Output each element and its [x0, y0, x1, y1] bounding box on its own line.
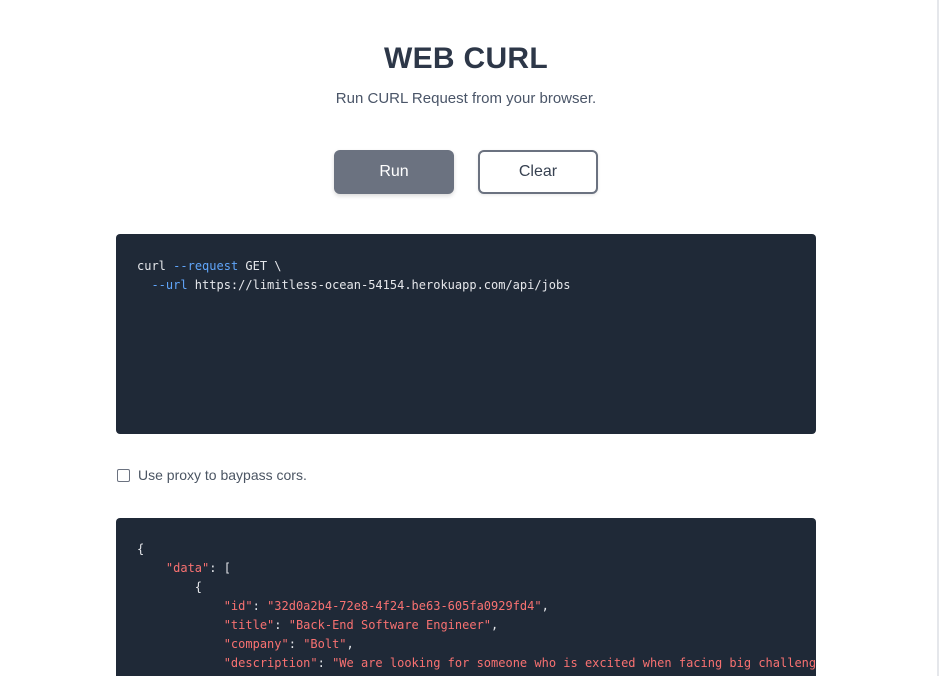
json-value-title: "Back-End Software Engineer"	[288, 618, 492, 632]
json-line: "data": [	[137, 559, 795, 578]
request-flag: --request	[173, 259, 239, 273]
json-value-description: "We are looking for someone who is excit…	[332, 656, 816, 670]
page-title: WEB CURL	[383, 42, 549, 75]
page-subtitle: Run CURL Request from your browser.	[335, 90, 597, 107]
json-key-title: "title"	[223, 618, 275, 632]
request-url: https://limitless-ocean-54154.herokuapp.…	[187, 278, 571, 292]
url-flag: --url	[151, 278, 188, 292]
request-line-2: --url https://limitless-ocean-54154.hero…	[137, 276, 795, 295]
json-line: "title": "Back-End Software Engineer",	[223, 618, 499, 632]
json-value-company: "Bolt"	[303, 637, 347, 651]
request-line-1: curl --request GET \	[137, 257, 795, 276]
json-line: "description": "We are looking for someo…	[137, 654, 816, 673]
proxy-option[interactable]: Use proxy to baypass cors.	[116, 467, 307, 483]
json-line: {	[137, 578, 795, 597]
json-line: "id": "32d0a2b4-72e8-4f24-be63-605fa0929…	[223, 599, 549, 613]
response-output[interactable]: { "data": [ { "id": "32d0a2b4-72e8-4f24-…	[116, 518, 816, 676]
curl-request-editor[interactable]: curl --request GET \ --url https://limit…	[116, 234, 816, 434]
json-key-data: "data"	[165, 561, 210, 575]
proxy-checkbox[interactable]	[117, 468, 130, 482]
json-key-company: "company"	[223, 637, 289, 651]
json-brace: {	[194, 580, 203, 594]
json-value-id: "32d0a2b4-72e8-4f24-be63-605fa0929fd4"	[267, 599, 542, 613]
json-line: {	[137, 540, 795, 559]
json-line: "company": "Bolt",	[223, 637, 354, 651]
json-brace: {	[137, 542, 145, 556]
request-method: GET \	[238, 259, 282, 273]
curl-command: curl	[137, 259, 166, 273]
clear-button[interactable]: Clear	[478, 150, 598, 194]
json-key-id: "id"	[223, 599, 253, 613]
run-button[interactable]: Run	[334, 150, 454, 194]
json-key-description: "description"	[223, 656, 318, 670]
json-punc: : [	[209, 561, 231, 575]
proxy-label: Use proxy to baypass cors.	[138, 467, 307, 483]
